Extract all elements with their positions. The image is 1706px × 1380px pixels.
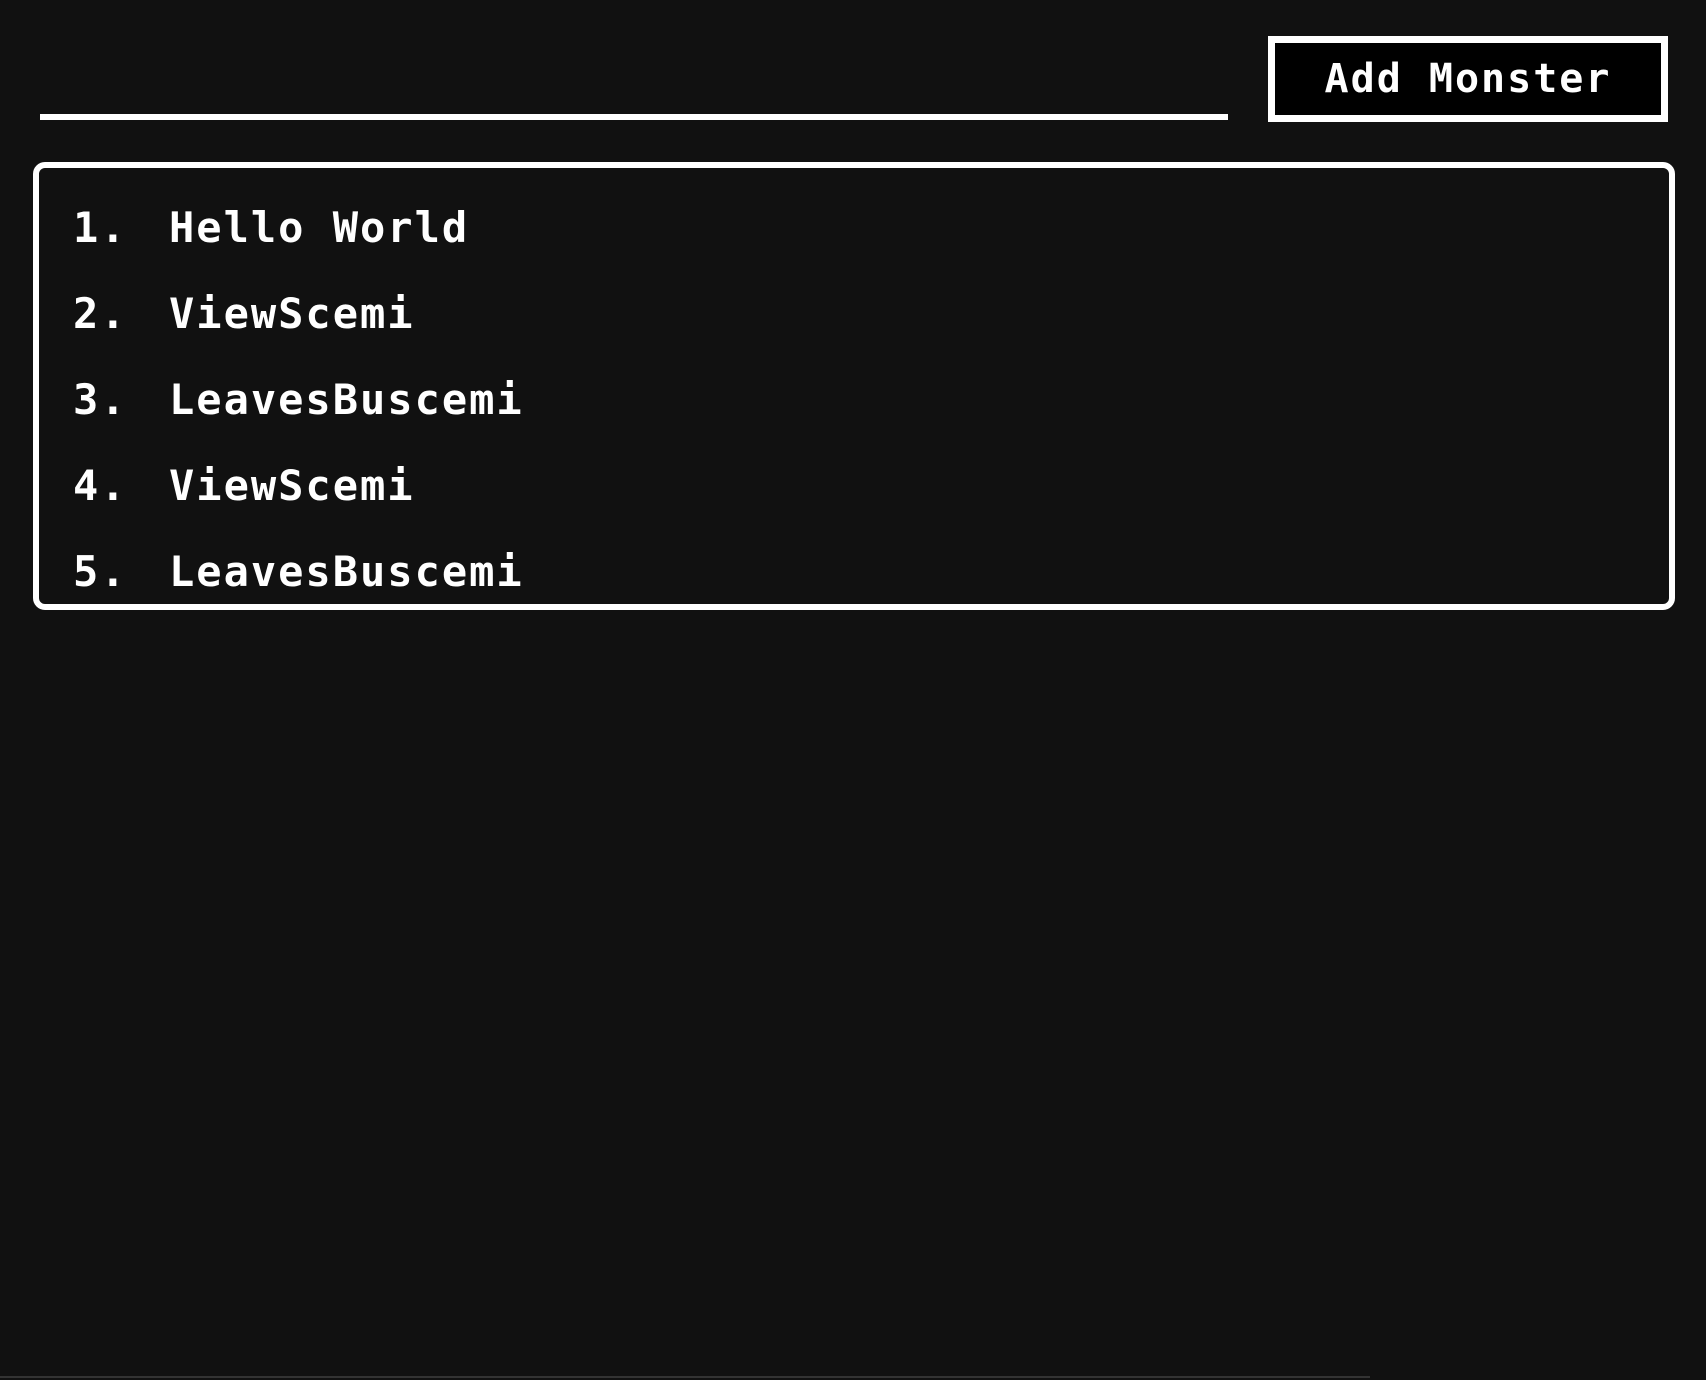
list-item-label: ViewScemi	[169, 460, 415, 510]
top-bar: Add Monster	[40, 36, 1668, 122]
list-item-number: 5.	[73, 546, 128, 596]
list-item-label: ViewScemi	[169, 288, 415, 338]
list-item-label: LeavesBuscemi	[169, 374, 524, 424]
list-item-number: 4.	[73, 460, 128, 510]
list-item[interactable]: 2. ViewScemi	[39, 270, 1669, 356]
list-item-number: 2.	[73, 288, 128, 338]
monster-list-panel: 1. Hello World 2. ViewScemi 3. LeavesBus…	[33, 162, 1675, 610]
list-item[interactable]: 4. ViewScemi	[39, 442, 1669, 528]
list-item-number: 3.	[73, 374, 128, 424]
list-item[interactable]: 5. LeavesBuscemi	[39, 528, 1669, 614]
monster-name-input[interactable]	[40, 36, 1228, 120]
list-item-label: LeavesBuscemi	[169, 546, 524, 596]
list-item[interactable]: 1. Hello World	[39, 184, 1669, 270]
list-item-number: 1.	[73, 202, 128, 252]
add-monster-button[interactable]: Add Monster	[1268, 36, 1668, 122]
bottom-divider	[0, 1376, 1370, 1378]
list-item[interactable]: 3. LeavesBuscemi	[39, 356, 1669, 442]
list-item-label: Hello World	[169, 202, 470, 252]
monster-list: 1. Hello World 2. ViewScemi 3. LeavesBus…	[39, 168, 1669, 614]
